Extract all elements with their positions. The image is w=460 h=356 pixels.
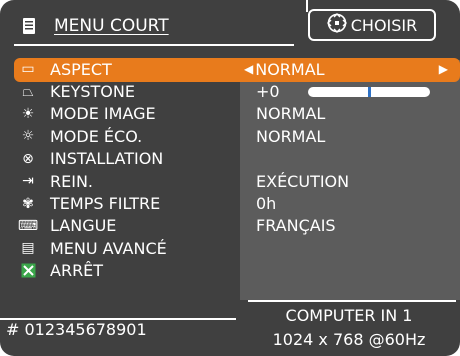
installation-icon: ⊗ (22, 150, 34, 167)
menu-item-label: MENU AVANCÉ (50, 238, 167, 258)
aspect-value-label: NORMAL (255, 59, 325, 79)
menu-item-aspect[interactable]: ▭ ASPECT (14, 58, 240, 80)
menu-item-mode-image[interactable]: ☀ MODE IMAGE (14, 103, 240, 125)
menu-item-stop[interactable]: ARRÊT (14, 260, 240, 282)
menu-item-reset[interactable]: ⇥ REIN. (14, 170, 240, 192)
mode-eco-value: NORMAL (256, 126, 326, 146)
menu-item-label: ASPECT (50, 59, 112, 79)
filter-time-icon: ✾ (22, 195, 34, 212)
source-info: COMPUTER IN 1 1024 x 768 @60Hz (244, 304, 454, 352)
language-icon: ⌨ (17, 217, 39, 234)
arrow-left-icon[interactable]: ◀ (244, 62, 253, 76)
menu-item-keystone[interactable]: ⏢ KEYSTONE (14, 80, 240, 102)
projector-osd: MENU COURT CHOISIR ▭ ASPECT ⏢ KEYSTONE ☀… (0, 0, 460, 356)
menu-title: MENU COURT (54, 16, 169, 36)
language-value: FRANÇAIS (256, 216, 336, 236)
filter-time-value: 0h (256, 194, 277, 214)
source-resolution: 1024 x 768 @60Hz (272, 330, 426, 349)
menu-header: MENU COURT (18, 11, 169, 41)
source-name: COMPUTER IN 1 (285, 306, 413, 325)
keystone-slider-thumb[interactable] (367, 86, 371, 97)
menu-item-advanced[interactable]: ▤ MENU AVANCÉ (14, 237, 240, 259)
value-panel-divider (248, 300, 456, 302)
header-underline (14, 44, 294, 46)
arrow-right-icon[interactable]: ▶ (439, 62, 448, 76)
aspect-value[interactable]: ◀ NORMAL ▶ (242, 58, 452, 80)
menu-item-label: ARRÊT (50, 261, 104, 281)
menu-item-language[interactable]: ⌨ LANGUE (14, 215, 240, 237)
menu-item-label: INSTALLATION (50, 149, 164, 169)
menu-item-label: TEMPS FILTRE (50, 194, 161, 214)
eco-mode-icon: ☼ (21, 128, 35, 145)
reset-icon: ⇥ (22, 173, 34, 190)
keystone-slider[interactable] (307, 86, 430, 97)
choose-hint: CHOISIR (308, 9, 436, 41)
choose-hint-label: CHOISIR (350, 15, 418, 35)
aspect-icon: ▭ (21, 61, 35, 78)
menu-item-label: MODE IMAGE (50, 104, 156, 124)
values-column: ◀ NORMAL ▶ +0 NORMAL NORMAL EXÉCUTION 0h… (242, 58, 452, 237)
installation-value (242, 148, 452, 170)
keystone-value[interactable]: +0 (242, 80, 452, 102)
image-mode-icon: ☀ (21, 105, 35, 122)
menu-item-label: LANGUE (50, 216, 117, 236)
advanced-menu-icon: ▤ (21, 240, 35, 257)
menu-item-label: MODE ÉCO. (50, 126, 143, 146)
stop-icon (18, 263, 38, 278)
menu-icon (18, 17, 40, 35)
mode-image-value: NORMAL (256, 104, 326, 124)
menu-item-filter-time[interactable]: ✾ TEMPS FILTRE (14, 192, 240, 214)
keystone-icon: ⏢ (22, 83, 34, 100)
serial-number: # 012345678901 (6, 320, 147, 339)
keystone-value-label: +0 (256, 82, 280, 102)
menu-item-installation[interactable]: ⊗ INSTALLATION (14, 148, 240, 170)
menu-frame: MENU COURT CHOISIR ▭ ASPECT ⏢ KEYSTONE ☀… (0, 0, 460, 356)
menu-item-label: KEYSTONE (50, 82, 135, 102)
header-divider (306, 0, 308, 12)
menu-item-label: REIN. (50, 171, 93, 191)
reset-value: EXÉCUTION (256, 171, 350, 191)
menu-item-mode-eco[interactable]: ☼ MODE ÉCO. (14, 125, 240, 147)
dpad-icon (326, 12, 347, 38)
menu-list: ▭ ASPECT ⏢ KEYSTONE ☀ MODE IMAGE ☼ MODE … (14, 58, 240, 282)
